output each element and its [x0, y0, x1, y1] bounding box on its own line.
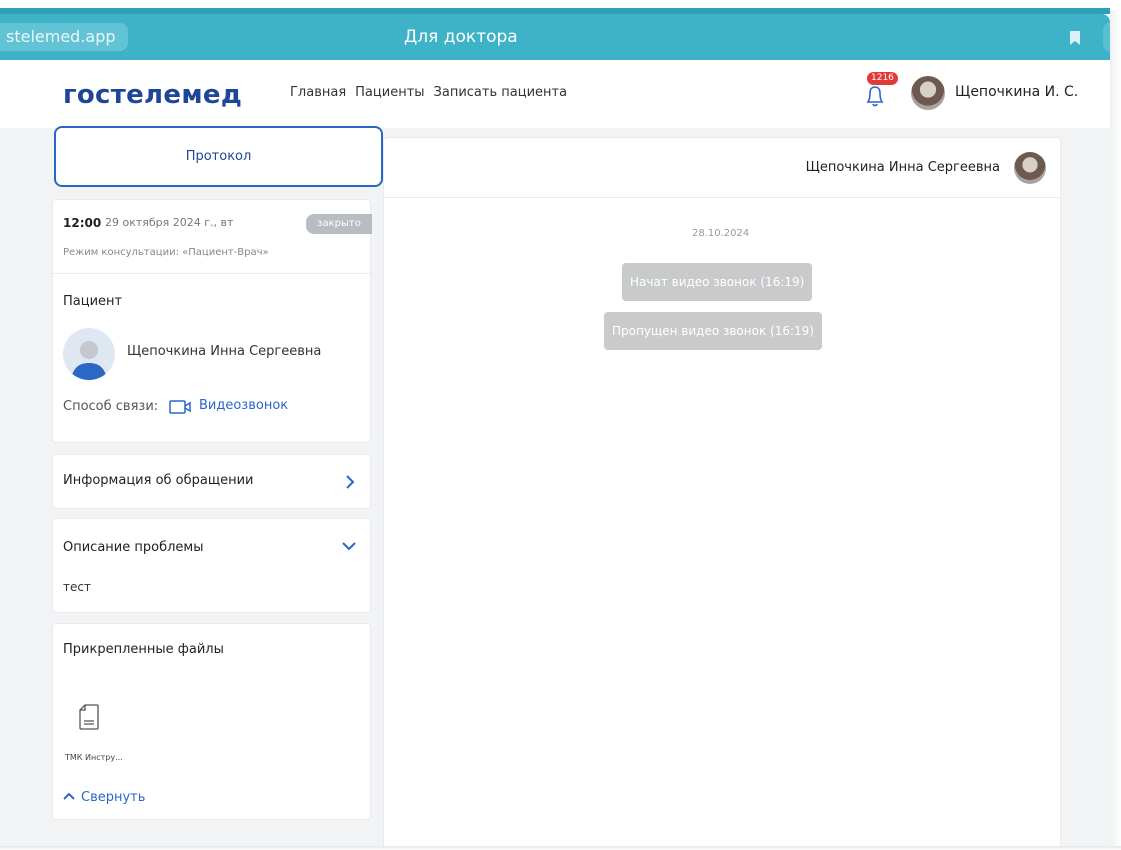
window-shadow [1110, 10, 1121, 850]
app-header: гостелемед Главная Пациенты Записать пац… [0, 60, 1110, 128]
consultation-card: 12:00 29 октября 2024 г., вт закрыто Реж… [52, 199, 372, 443]
browser-title: Для доктора [404, 27, 518, 47]
collapse-button[interactable]: Свернуть [63, 790, 145, 805]
collapse-label: Свернуть [81, 790, 146, 805]
contact-method-label: Способ связи: [63, 399, 159, 414]
user-avatar[interactable] [911, 76, 945, 110]
nav-item-book-patient[interactable]: Записать пациента [434, 85, 568, 100]
problem-title: Описание проблемы [63, 540, 204, 555]
consultation-mode: Режим консультации: «Пациент-Врач» [63, 247, 269, 258]
patient-section-title: Пациент [63, 294, 123, 309]
chat-user-name: Щепочкина Инна Сергеевна [805, 160, 1000, 175]
chat-panel: Щепочкина Инна Сергеевна 28.10.2024 Нача… [383, 137, 1061, 850]
browser-bar: stelemed.app Для доктора [0, 14, 1121, 60]
main-nav: Главная Пациенты Записать пациента [290, 85, 567, 100]
logo[interactable]: гостелемед [63, 80, 242, 110]
status-badge: закрыто [306, 214, 372, 234]
consultation-date: 29 октября 2024 г., вт [105, 216, 234, 229]
contact-method-value[interactable]: Видеозвонок [199, 398, 288, 413]
nav-item-home[interactable]: Главная [290, 85, 346, 100]
patient-name: Щепочкина Инна Сергеевна [127, 344, 322, 359]
notification-badge: 1216 [867, 72, 898, 85]
document-icon[interactable] [79, 704, 99, 730]
files-title: Прикрепленные файлы [63, 642, 224, 657]
video-camera-icon [169, 400, 191, 414]
bookmark-icon[interactable] [1069, 31, 1081, 45]
file-name[interactable]: ТМК Инстру... [65, 753, 123, 762]
chevron-right-icon[interactable] [343, 475, 357, 489]
chevron-up-icon [63, 792, 75, 800]
chat-date: 28.10.2024 [692, 228, 750, 239]
tab-protocol[interactable]: Протокол [54, 126, 383, 187]
problem-description-card: Описание проблемы тест [52, 518, 371, 613]
nav-item-patients[interactable]: Пациенты [355, 85, 424, 100]
chevron-down-icon[interactable] [342, 539, 356, 553]
attached-files-card: Прикрепленные файлы ТМК Инстру... Сверну… [52, 623, 371, 820]
appeal-info-title: Информация об обращении [63, 473, 254, 488]
chat-message: Пропущен видео звонок (16:19) [604, 312, 822, 350]
chat-header: Щепочкина Инна Сергеевна [384, 138, 1060, 198]
url-field[interactable]: stelemed.app [0, 23, 128, 51]
app-window: stelemed.app Для доктора гостелемед Глав… [0, 0, 1121, 850]
window-shadow [0, 846, 1121, 850]
problem-text: тест [63, 580, 91, 594]
patient-avatar [63, 328, 115, 380]
divider [53, 273, 372, 274]
header-user-name[interactable]: Щепочкина И. С. [955, 84, 1078, 100]
chat-message: Начат видео звонок (16:19) [622, 263, 813, 301]
chat-user-avatar [1014, 152, 1046, 184]
consultation-time: 12:00 [63, 216, 102, 230]
person-icon [71, 341, 107, 380]
appeal-info-card[interactable]: Информация об обращении [52, 454, 371, 509]
